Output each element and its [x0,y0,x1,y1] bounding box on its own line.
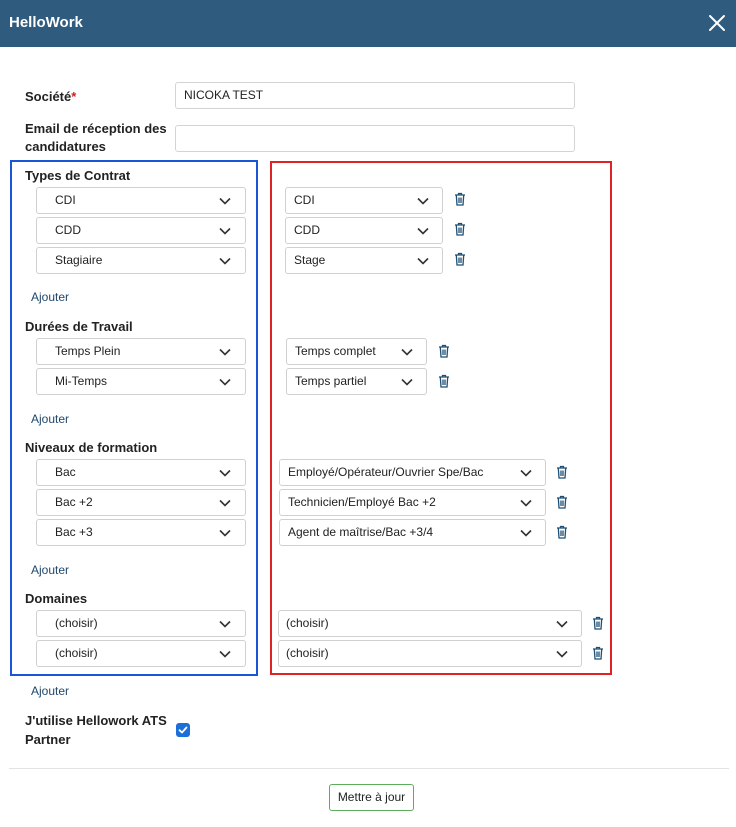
chevron-down-icon [520,529,532,537]
ats-label-line2: Partner [25,732,71,747]
chevron-down-icon [417,197,429,205]
societe-input[interactable]: NICOKA TEST [175,82,575,109]
add-niveau-link[interactable]: Ajouter [31,563,69,577]
section-title-duree: Durées de Travail [25,319,133,334]
ats-checkbox[interactable] [176,723,190,737]
duree-source-select[interactable]: Mi-Temps [36,368,246,395]
chevron-down-icon [219,378,231,386]
domaine-source-select[interactable]: (choisir) [36,610,246,637]
email-input[interactable] [175,125,575,152]
section-title-domaines: Domaines [25,591,88,606]
chevron-down-icon [417,227,429,235]
trash-icon[interactable] [438,374,450,388]
chevron-down-icon [401,378,413,386]
email-label-line2: candidatures [25,139,106,154]
chevron-down-icon [219,469,231,477]
niveau-source-select[interactable]: Bac [36,459,246,486]
trash-icon[interactable] [454,252,466,266]
contrat-source-select[interactable]: CDI [36,187,246,214]
update-button[interactable]: Mettre à jour [329,784,414,811]
trash-icon[interactable] [556,465,568,479]
trash-icon[interactable] [556,525,568,539]
duree-hellowork-select[interactable]: Temps partiel [286,368,427,395]
footer-divider [9,768,729,769]
chevron-down-icon [219,620,231,628]
chevron-down-icon [219,197,231,205]
duree-source-select[interactable]: Temps Plein [36,338,246,365]
domaine-source-select[interactable]: (choisir) [36,640,246,667]
domaine-hellowork-select[interactable]: (choisir) [278,610,582,637]
trash-icon[interactable] [454,192,466,206]
societe-label: Société* [25,89,77,104]
chevron-down-icon [219,227,231,235]
trash-icon[interactable] [454,222,466,236]
add-contrat-link[interactable]: Ajouter [31,290,69,304]
niveau-source-select[interactable]: Bac +2 [36,489,246,516]
niveau-hellowork-select[interactable]: Agent de maîtrise/Bac +3/4 [279,519,546,546]
close-icon[interactable] [702,8,732,38]
niveau-source-select[interactable]: Bac +3 [36,519,246,546]
section-title-niveau: Niveaux de formation [25,440,158,455]
add-duree-link[interactable]: Ajouter [31,412,69,426]
trash-icon[interactable] [592,646,604,660]
chevron-down-icon [219,650,231,658]
trash-icon[interactable] [556,495,568,509]
duree-hellowork-select[interactable]: Temps complet [286,338,427,365]
chevron-down-icon [401,348,413,356]
section-title-contrat: Types de Contrat [25,168,131,183]
chevron-down-icon [219,348,231,356]
chevron-down-icon [417,257,429,265]
trash-icon[interactable] [438,344,450,358]
contrat-hellowork-select[interactable]: CDD [285,217,443,244]
chevron-down-icon [219,529,231,537]
contrat-hellowork-select[interactable]: Stage [285,247,443,274]
required-mark: * [71,89,77,104]
ats-label-line1: J'utilise Hellowork ATS [25,713,167,728]
domaine-hellowork-select[interactable]: (choisir) [278,640,582,667]
dialog-title: HelloWork [9,14,83,31]
chevron-down-icon [219,499,231,507]
chevron-down-icon [556,650,568,658]
checkmark-icon [178,726,188,734]
niveau-hellowork-select[interactable]: Technicien/Employé Bac +2 [279,489,546,516]
niveau-hellowork-select[interactable]: Employé/Opérateur/Ouvrier Spe/Bac [279,459,546,486]
email-label-line1: Email de réception des [25,121,167,136]
dialog-header: HelloWork [0,0,736,47]
trash-icon[interactable] [592,616,604,630]
chevron-down-icon [520,469,532,477]
add-domaine-link[interactable]: Ajouter [31,684,69,698]
chevron-down-icon [520,499,532,507]
contrat-source-select[interactable]: Stagiaire [36,247,246,274]
contrat-source-select[interactable]: CDD [36,217,246,244]
chevron-down-icon [556,620,568,628]
chevron-down-icon [219,257,231,265]
contrat-hellowork-select[interactable]: CDI [285,187,443,214]
